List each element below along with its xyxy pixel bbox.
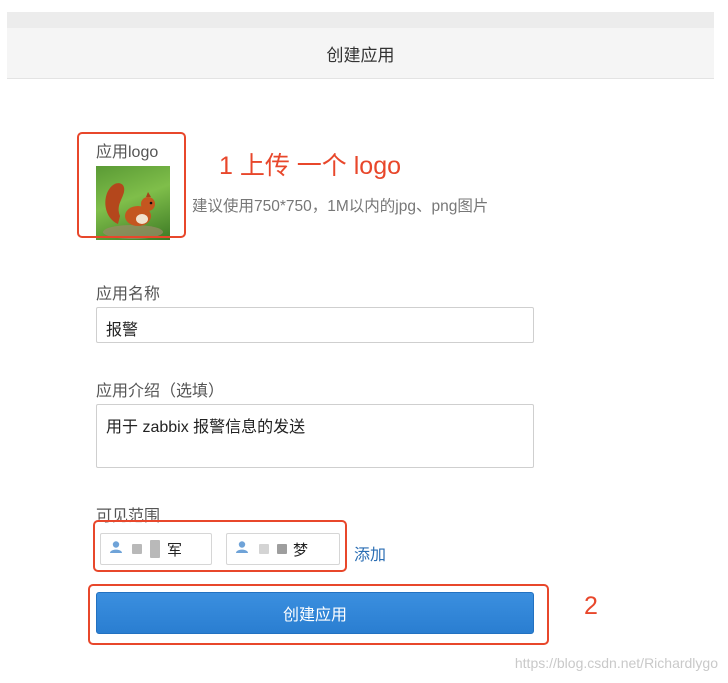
- page-header: 创建应用: [7, 28, 714, 79]
- annotation-box-submit: [88, 584, 549, 645]
- top-strip: [7, 12, 714, 28]
- logo-hint: 建议使用750*750，1M以内的jpg、png图片: [192, 198, 489, 215]
- annotation-step-1: 1 上传 一个 logo: [219, 152, 402, 180]
- page-title: 创建应用: [326, 45, 395, 65]
- annotation-step-2: 2: [584, 592, 598, 620]
- annotation-box-logo: [77, 132, 186, 238]
- app-intro-textarea[interactable]: 用于 zabbix 报警信息的发送: [96, 404, 534, 468]
- app-intro-label: 应用介绍（选填）: [96, 383, 225, 400]
- add-member-link[interactable]: 添加: [354, 541, 386, 565]
- app-name-label: 应用名称: [96, 286, 161, 303]
- annotation-box-members: [93, 520, 347, 572]
- watermark: https://blog.csdn.net/Richardlygo: [514, 655, 718, 671]
- app-name-input[interactable]: 报警: [96, 307, 534, 343]
